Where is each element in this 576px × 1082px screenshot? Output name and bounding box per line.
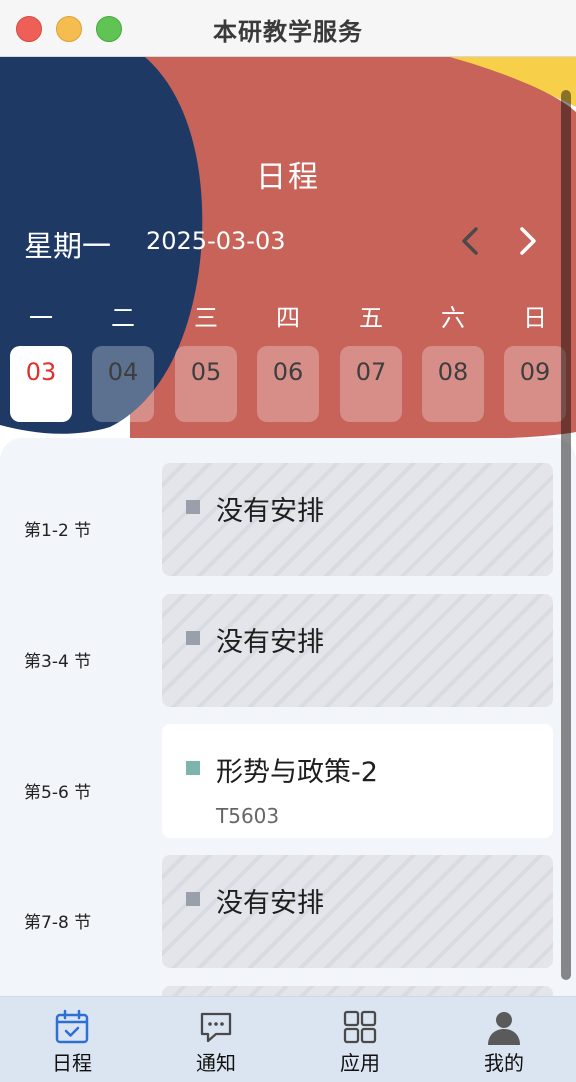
person-icon [488,1012,520,1045]
schedule-header: 日程 星期一 2025-03-03 一 二 三 四 五 六 日 03 04 05… [0,57,576,457]
date-number: 09 [519,358,551,386]
date-number: 05 [190,358,222,386]
date-cell[interactable]: 08 [422,346,484,422]
slot-title: 没有安排 [216,627,324,658]
schedule-slot: 第5-6 节 形势与政策-2 T5603 [0,724,576,840]
bottom-tab-bar: 日程 通知 应用 我的 [0,996,576,1082]
calendar-icon [55,1009,89,1044]
tab-label: 通知 [196,1051,236,1075]
message-icon [200,1012,232,1043]
date-cell[interactable]: 09 [504,346,566,422]
period-label: 第1-2 节 [24,521,92,541]
weekday-label: 四 [276,304,300,332]
apps-grid-icon [343,1010,377,1044]
next-week-button[interactable] [510,223,546,259]
slot-title: 没有安排 [216,888,324,919]
schedule-slot: 第3-4 节 没有安排 [0,594,576,709]
tab-label: 我的 [484,1051,524,1075]
tab-apps[interactable]: 应用 [315,1009,405,1076]
period-label: 第5-6 节 [24,783,92,803]
schedule-slot: 第1-2 节 没有安排 [0,463,576,578]
period-label: 第7-8 节 [24,913,92,933]
date-number: 07 [355,358,387,386]
empty-slot-card[interactable]: 没有安排 [162,594,553,707]
page-title: 日程 [256,160,320,195]
date-cell-selected[interactable]: 03 [10,346,72,422]
tab-profile[interactable]: 我的 [459,1009,549,1076]
course-card[interactable]: 形势与政策-2 T5603 [162,724,553,838]
status-dot [186,631,200,645]
weekday-header-row: 一 二 三 四 五 六 日 [0,298,576,332]
scrollbar[interactable] [561,90,571,980]
weekday-label: 六 [441,304,465,332]
weekday-label: 五 [359,304,383,332]
schedule-slot: 第7-8 节 没有安排 [0,855,576,970]
chevron-right-icon [520,227,536,255]
chevron-left-icon [462,227,478,255]
empty-slot-card[interactable]: 没有安排 [162,855,553,968]
current-weekday: 星期一 [24,229,112,263]
period-label: 第3-4 节 [24,652,92,672]
status-dot [186,500,200,514]
slot-title: 没有安排 [216,496,324,527]
tab-schedule[interactable]: 日程 [27,1009,117,1076]
weekday-label: 日 [523,304,547,332]
course-room: T5603 [216,804,280,828]
status-dot [186,892,200,906]
current-date: 2025-03-03 [146,227,286,255]
week-date-row: 03 04 05 06 07 08 09 [0,346,576,424]
date-cell[interactable]: 04 [92,346,154,422]
tab-label: 日程 [52,1051,92,1075]
schedule-list[interactable]: 第1-2 节 没有安排 第3-4 节 没有安排 第5-6 节 形势与政策-2 T… [0,438,576,998]
window-title: 本研教学服务 [213,18,363,46]
date-cell[interactable]: 05 [175,346,237,422]
tab-label: 应用 [340,1051,380,1075]
weekday-label: 二 [111,304,135,332]
weekday-label: 三 [194,304,218,332]
weekday-label: 一 [29,304,53,332]
date-cell[interactable]: 07 [340,346,402,422]
empty-slot-card[interactable]: 没有安排 [162,463,553,576]
course-color-dot [186,761,200,775]
previous-week-button[interactable] [452,223,488,259]
course-title: 形势与政策-2 [216,757,378,788]
app-window: 本研教学服务 日程 星期一 2025-03-03 一 二 三 四 五 六 日 0… [0,0,576,1082]
date-number: 04 [107,358,139,386]
date-number: 08 [437,358,469,386]
title-bar: 本研教学服务 [0,0,576,57]
date-number: 06 [272,358,304,386]
tab-notifications[interactable]: 通知 [171,1009,261,1076]
date-number: 03 [25,358,57,386]
date-cell[interactable]: 06 [257,346,319,422]
